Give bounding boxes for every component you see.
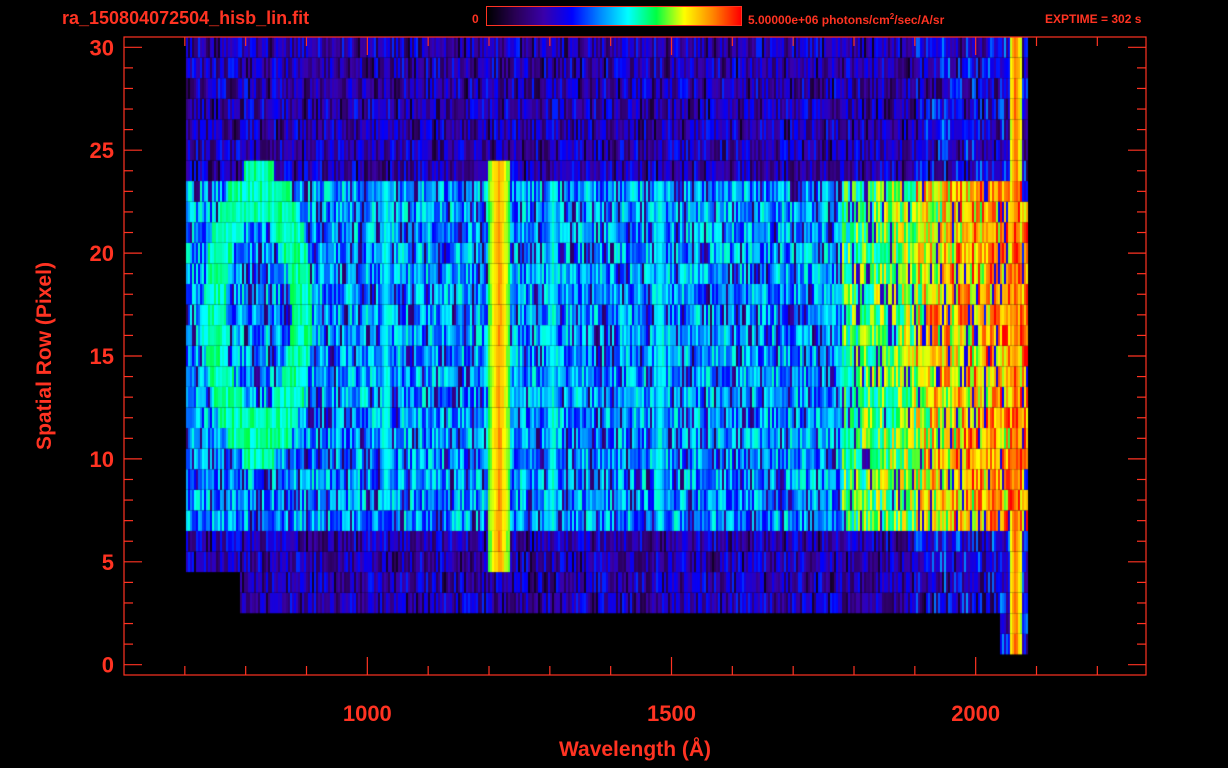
y-tick-label: 20 (90, 241, 114, 266)
y-tick-label: 10 (90, 447, 114, 472)
x-tick-label: 1000 (343, 701, 392, 726)
plot-frame (123, 36, 1147, 676)
y-axis-label: Spatial Row (Pixel) (33, 262, 56, 450)
y-tick-label: 30 (90, 35, 114, 60)
y-tick-label: 25 (90, 138, 114, 163)
x-axis-label: Wavelength (Å) (558, 738, 712, 761)
y-tick-label: 5 (102, 550, 114, 575)
x-tick-label: 1500 (647, 701, 696, 726)
x-tick-label: 2000 (951, 701, 1000, 726)
y-tick-label: 0 (102, 653, 114, 678)
y-tick-label: 15 (90, 344, 114, 369)
plot-axes: 1000 1500 2000 0 5 10 15 20 25 30 (90, 35, 1147, 726)
